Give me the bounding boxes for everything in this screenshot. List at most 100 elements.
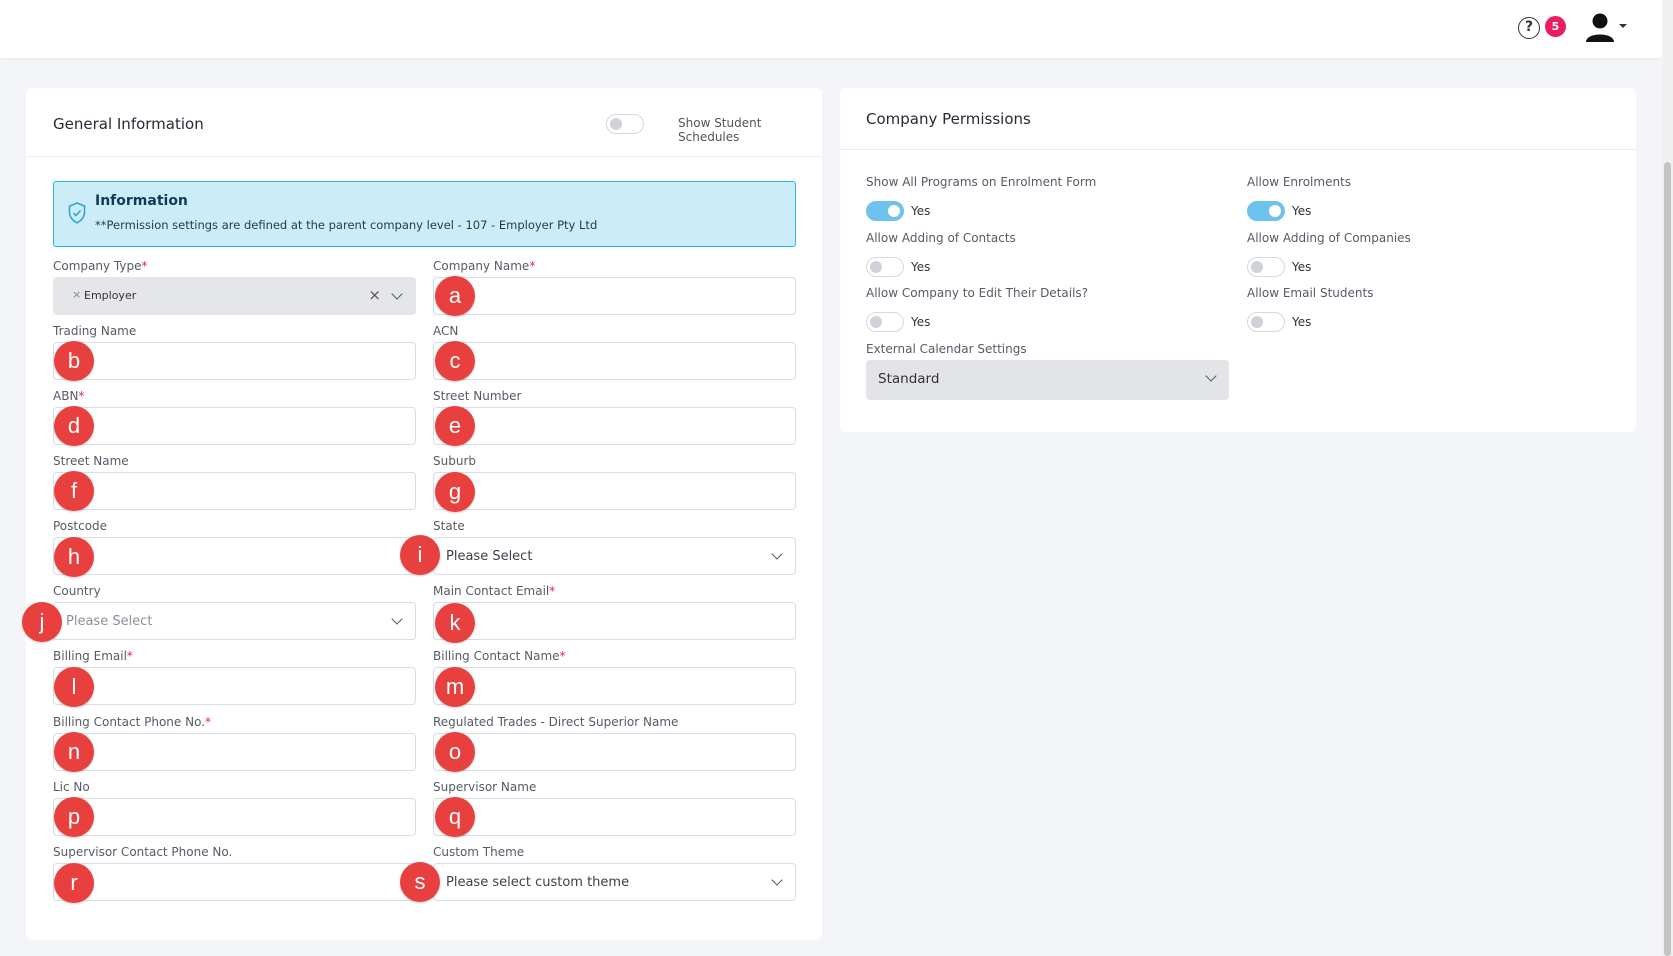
chevron-down-icon [771,874,783,886]
chevron-down-icon[interactable] [1619,24,1627,28]
marker-p: p [54,797,94,837]
lic-no-label: Lic No [53,780,90,794]
toggle-adding-companies[interactable] [1247,257,1285,277]
perm-label-adding-contacts: Allow Adding of Contacts [866,231,1016,245]
toggle-value: Yes [1292,204,1312,218]
marker-g: g [435,472,475,512]
suburb-input[interactable] [433,472,796,510]
state-select[interactable]: Please Select [433,537,796,575]
postcode-input[interactable] [53,537,416,575]
marker-m: m [435,667,475,707]
supervisor-phone-input[interactable] [53,863,416,901]
toggle-show-programs[interactable] [866,201,904,221]
card-title: Company Permissions [866,110,1031,128]
top-bar: ? 5 [0,0,1662,58]
marker-n: n [54,732,94,772]
tag-remove-icon[interactable]: × [72,288,81,301]
toggle-email-students[interactable] [1247,312,1285,332]
user-avatar-icon[interactable] [1583,12,1617,42]
supervisor-name-input[interactable] [433,798,796,836]
toggle-value: Yes [1292,260,1312,274]
toggle-value: Yes [911,315,931,329]
clear-icon[interactable]: × [368,286,381,304]
main-contact-email-label: Main Contact Email* [433,584,556,598]
chevron-down-icon [391,288,403,300]
regulated-trades-input[interactable] [433,733,796,771]
billing-contact-name-label: Billing Contact Name* [433,649,566,663]
regulated-trades-label: Regulated Trades - Direct Superior Name [433,715,679,729]
state-select-value: Please Select [446,549,533,564]
postcode-label: Postcode [53,519,108,533]
custom-theme-select[interactable]: Please select custom theme [433,863,796,901]
street-number-input[interactable] [433,407,796,445]
supervisor-name-label: Supervisor Name [433,780,537,794]
abn-label: ABN* [53,389,85,403]
billing-email-input[interactable] [53,667,416,705]
toggle-value: Yes [1292,315,1312,329]
marker-o: o [435,732,475,772]
billing-contact-phone-input[interactable] [53,733,416,771]
perm-label-adding-companies: Allow Adding of Companies [1247,231,1411,245]
marker-s: s [400,862,440,902]
perm-label-allow-enrolments: Allow Enrolments [1247,175,1352,189]
perm-label-show-programs: Show All Programs on Enrolment Form [866,175,1097,189]
marker-c: c [435,341,475,381]
card-header: Company Permissions [840,88,1636,150]
shield-check-icon [68,202,86,224]
notification-badge[interactable]: 5 [1545,16,1566,37]
external-calendar-label: External Calendar Settings [866,342,1027,356]
help-icon[interactable]: ? [1518,17,1540,39]
marker-j: j [22,602,62,642]
billing-contact-name-input[interactable] [433,667,796,705]
external-calendar-value: Standard [878,371,940,387]
show-schedules-toggle[interactable] [606,114,644,134]
acn-input[interactable] [433,342,796,380]
country-select-value: Please Select [66,614,153,629]
marker-q: q [435,797,475,837]
abn-input[interactable] [53,407,416,445]
marker-e: e [435,406,475,446]
marker-r: r [54,863,94,903]
toggle-edit-details[interactable] [866,312,904,332]
billing-email-label: Billing Email* [53,649,133,663]
country-label: Country [53,584,101,598]
show-schedules-label: Show Student Schedules [678,116,762,144]
supervisor-phone-label: Supervisor Contact Phone No. [53,845,233,859]
info-text: **Permission settings are defined at the… [95,218,598,232]
toggle-value: Yes [911,204,931,218]
suburb-label: Suburb [433,454,476,468]
info-alert: Information **Permission settings are de… [53,181,796,247]
marker-h: h [54,537,94,577]
billing-contact-phone-label: Billing Contact Phone No.* [53,715,212,729]
lic-no-input[interactable] [53,798,416,836]
company-type-select[interactable]: × Employer × [53,277,416,315]
country-select[interactable]: Please Select [53,602,416,640]
custom-theme-label: Custom Theme [433,845,525,859]
marker-d: d [54,406,94,446]
info-title: Information [95,193,188,209]
scrollbar-thumb[interactable] [1664,162,1671,956]
toggle-value: Yes [911,260,931,274]
marker-l: l [54,667,94,707]
marker-a: a [435,276,475,316]
marker-f: f [54,471,94,511]
marker-i: i [400,535,440,575]
company-type-tag: Employer [84,289,137,302]
chevron-down-icon [1205,370,1217,382]
external-calendar-select[interactable]: Standard [866,360,1229,400]
chevron-down-icon [771,548,783,560]
toggle-adding-contacts[interactable] [866,257,904,277]
marker-b: b [54,341,94,381]
toggle-allow-enrolments[interactable] [1247,201,1285,221]
acn-label: ACN [433,324,459,338]
card-header: General Information Show Student Schedul… [26,88,822,157]
trading-name-label: Trading Name [53,324,137,338]
street-name-input[interactable] [53,472,416,510]
company-type-label: Company Type* [53,259,148,273]
company-name-input[interactable] [433,277,796,315]
company-name-label: Company Name* [433,259,536,273]
custom-theme-select-value: Please select custom theme [446,875,630,890]
main-contact-email-input[interactable] [433,602,796,640]
trading-name-input[interactable] [53,342,416,380]
street-name-label: Street Name [53,454,129,468]
